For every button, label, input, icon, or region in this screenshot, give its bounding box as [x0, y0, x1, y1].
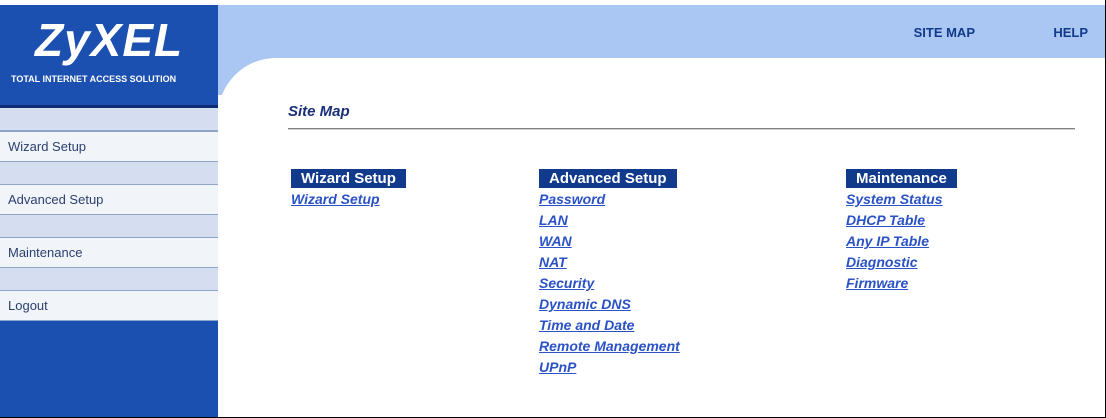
link-nat[interactable]: NAT — [539, 252, 680, 273]
column-advanced-setup: Advanced Setup Password LAN WAN NAT Secu… — [539, 169, 680, 378]
link-remote-management[interactable]: Remote Management — [539, 336, 680, 357]
column-header: Wizard Setup — [291, 169, 406, 188]
link-time-and-date[interactable]: Time and Date — [539, 315, 680, 336]
menu-spacer — [0, 162, 218, 185]
column-wizard-setup: Wizard Setup Wizard Setup — [291, 169, 406, 210]
sidebar-item-wizard-setup[interactable]: Wizard Setup — [0, 131, 218, 162]
title-divider — [288, 128, 1075, 130]
sidebar-item-maintenance[interactable]: Maintenance — [0, 238, 218, 268]
link-dhcp-table[interactable]: DHCP Table — [846, 210, 957, 231]
help-link[interactable]: HELP — [1053, 25, 1088, 40]
top-links: SITE MAP HELP — [805, 25, 1105, 45]
logo-text: ZyXEL — [35, 14, 184, 66]
link-wizard-setup[interactable]: Wizard Setup — [291, 189, 406, 210]
column-maintenance: Maintenance System Status DHCP Table Any… — [846, 169, 957, 294]
column-links: Password LAN WAN NAT Security Dynamic DN… — [539, 189, 680, 378]
link-wan[interactable]: WAN — [539, 231, 680, 252]
link-system-status[interactable]: System Status — [846, 189, 957, 210]
sidebar-item-logout[interactable]: Logout — [0, 291, 218, 321]
link-lan[interactable]: LAN — [539, 210, 680, 231]
menu-spacer — [0, 268, 218, 291]
link-diagnostic[interactable]: Diagnostic — [846, 252, 957, 273]
menu-spacer — [0, 215, 218, 238]
column-links: Wizard Setup — [291, 189, 406, 210]
logo: ZyXEL TOTAL INTERNET ACCESS SOLUTION — [0, 5, 218, 108]
link-dynamic-dns[interactable]: Dynamic DNS — [539, 294, 680, 315]
sidebar-menu: Wizard Setup Advanced Setup Maintenance … — [0, 108, 218, 321]
site-map-link[interactable]: SITE MAP — [914, 25, 975, 40]
link-any-ip-table[interactable]: Any IP Table — [846, 231, 957, 252]
page-title: Site Map — [288, 103, 350, 120]
menu-spacer — [0, 108, 218, 131]
link-password[interactable]: Password — [539, 189, 680, 210]
logo-tagline: TOTAL INTERNET ACCESS SOLUTION — [11, 74, 177, 84]
link-upnp[interactable]: UPnP — [539, 357, 680, 378]
sidebar-item-advanced-setup[interactable]: Advanced Setup — [0, 185, 218, 215]
sidebar: Wizard Setup Advanced Setup Maintenance … — [0, 108, 218, 417]
browser-frame: ZyXEL TOTAL INTERNET ACCESS SOLUTION SIT… — [0, 0, 1106, 418]
link-firmware[interactable]: Firmware — [846, 273, 957, 294]
column-header: Advanced Setup — [539, 169, 677, 188]
column-links: System Status DHCP Table Any IP Table Di… — [846, 189, 957, 294]
link-security[interactable]: Security — [539, 273, 680, 294]
column-header: Maintenance — [846, 169, 957, 188]
